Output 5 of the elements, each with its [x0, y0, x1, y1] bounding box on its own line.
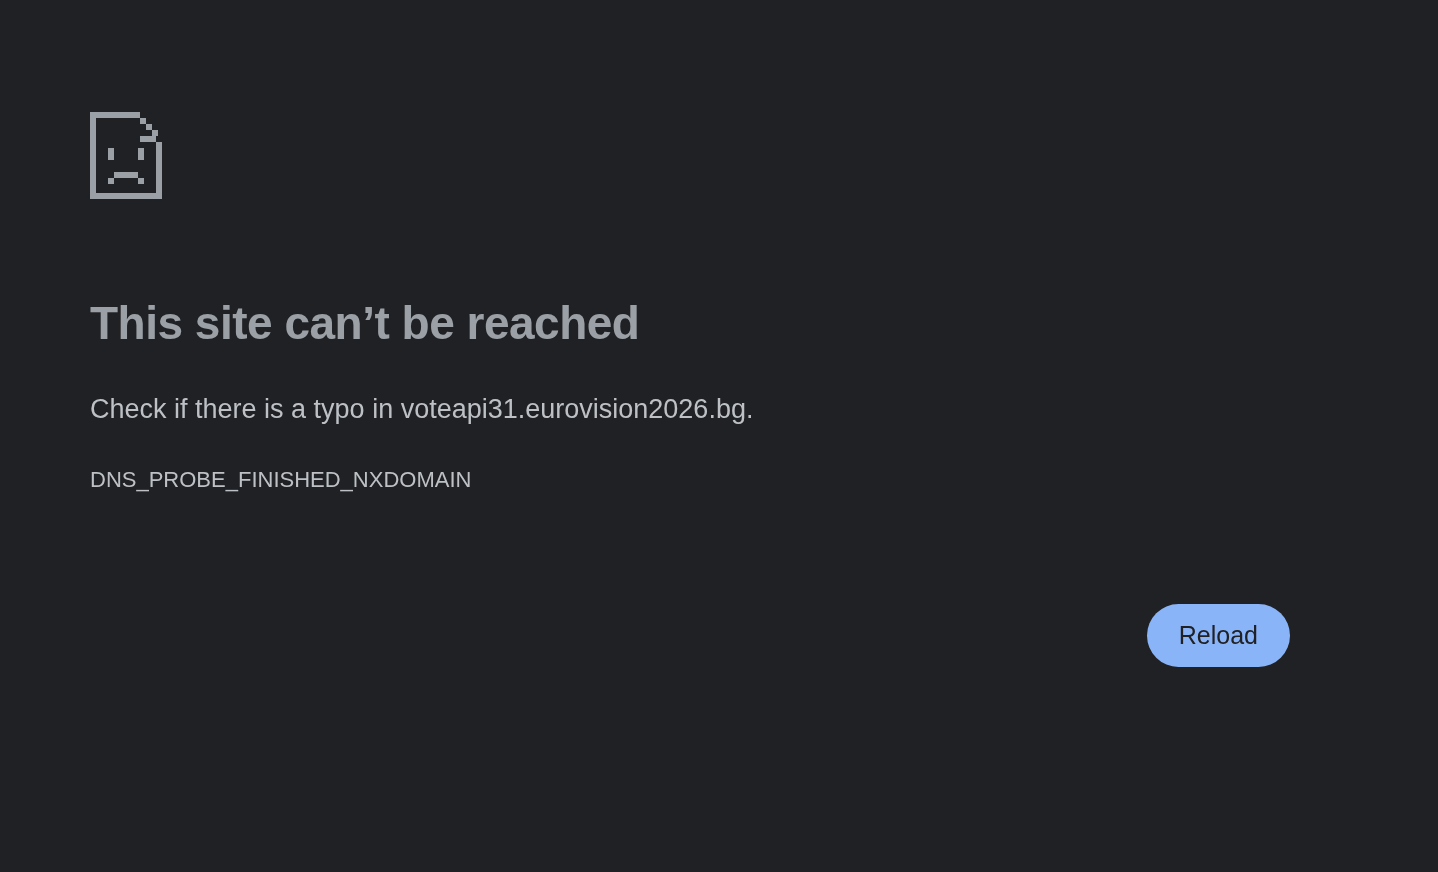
error-title: This site can’t be reached — [90, 296, 641, 351]
error-message: Check if there is a typo in voteapi31.eurovision2026.bg. — [90, 392, 755, 426]
error-code: DNS_PROBE_FINISHED_NXDOMAIN — [90, 466, 473, 494]
reload-button[interactable]: Reload — [1146, 604, 1290, 667]
sad-page-icon — [90, 112, 162, 199]
